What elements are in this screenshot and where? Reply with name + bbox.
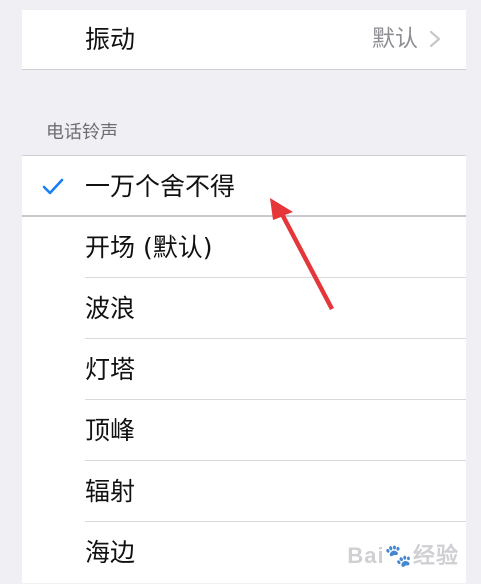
ringtone-item[interactable]: 辐射	[22, 461, 466, 522]
vibration-label: 振动	[85, 25, 136, 54]
vibration-row[interactable]: 振动 默认	[22, 10, 466, 69]
chevron-right-icon	[429, 30, 441, 48]
ringtone-label: 波浪	[85, 294, 136, 323]
ringtone-item[interactable]: 一万个舍不得	[22, 156, 466, 217]
watermark-logo: Bai🐾经验	[347, 543, 459, 568]
vibration-value: 默认	[372, 26, 418, 52]
ringtone-list: 一万个舍不得 开场 (默认) 波浪 灯塔 顶峰 辐射 海边	[22, 155, 466, 583]
ringtone-label: 顶峰	[85, 416, 136, 445]
checkmark-icon	[42, 178, 64, 195]
ringtone-label: 一万个舍不得	[85, 172, 236, 201]
ringtone-section-header: 电话铃声	[46, 122, 118, 143]
settings-screen: 振动 默认 电话铃声 一万个舍不得 开场 (默认) 波浪 灯塔 顶峰 辐射 海边	[22, 0, 466, 584]
vibration-group: 振动 默认	[22, 10, 466, 70]
ringtone-label: 海边	[85, 538, 136, 567]
ringtone-label: 辐射	[85, 477, 136, 506]
ringtone-label: 开场 (默认)	[85, 233, 213, 262]
ringtone-item[interactable]: 波浪	[22, 278, 466, 339]
ringtone-item[interactable]: 顶峰	[22, 400, 466, 461]
ringtone-item[interactable]: 开场 (默认)	[22, 217, 466, 278]
ringtone-label: 灯塔	[85, 355, 136, 384]
ringtone-item[interactable]: 灯塔	[22, 339, 466, 400]
